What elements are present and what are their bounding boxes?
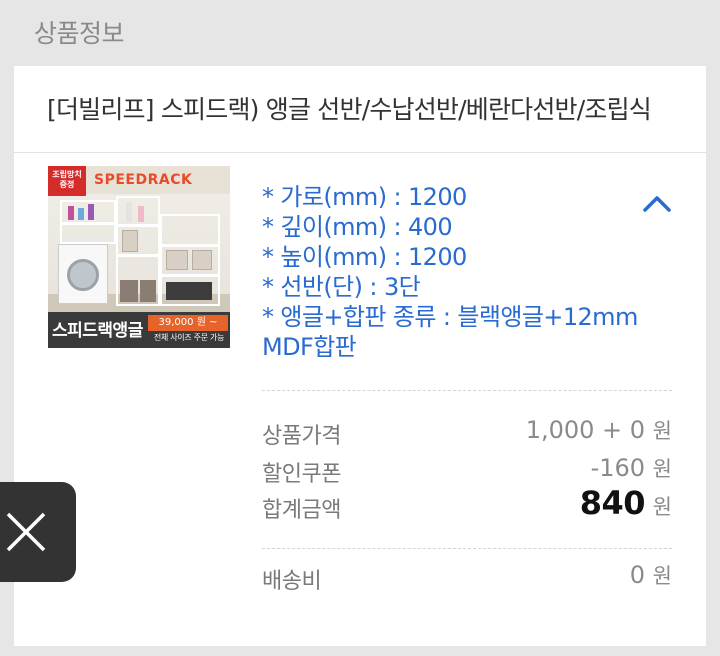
total-amount: 840 [579,484,646,522]
option-width: * 가로(mm) : 1200 [262,183,467,211]
total-label: 합계금액 [262,498,341,523]
section-header: 상품정보 [0,0,720,66]
product-price-amount: 1,000 + 0 [525,416,646,444]
divider [262,390,672,391]
product-name: [더빌리프] 스피드랙) 앵글 선반/수납선반/베란다선반/조립식 [47,95,652,124]
divider [14,152,706,153]
currency-unit: 원 [652,457,672,481]
discount-label: 할인쿠폰 [262,462,341,487]
total-value: 840 원 [580,484,672,522]
product-info-card: [더빌리프] 스피드랙) 앵글 선반/수납선반/베란다선반/조립식 조립망치 증… [14,66,706,646]
option-height: * 높이(mm) : 1200 [262,243,467,271]
option-shelves: * 선반(단) : 3단 [262,273,421,301]
discount-value: -160 원 [591,453,672,483]
floating-close-button[interactable] [0,482,76,582]
collapse-options-button[interactable] [640,186,674,220]
product-price-label: 상품가격 [262,424,341,449]
option-list: * 가로(mm) : 1200 * 깊이(mm) : 400 * 높이(mm) … [262,182,642,362]
thumbnail-badge: 조립망치 증정 [48,166,86,196]
thumbnail-price: 39,000 원 ~ [148,315,228,331]
currency-unit: 원 [652,419,672,443]
currency-unit: 원 [652,495,672,519]
chevron-up-icon [643,196,671,212]
thumbnail-note: 전체 사이즈 주문 가능 [153,333,225,342]
divider [262,548,672,549]
thumbnail-brand: SPEEDRACK [94,172,193,188]
product-price-value: 1,000 + 0 원 [526,415,672,445]
section-title: 상품정보 [34,19,125,48]
shipping-value: 0 원 [630,560,672,590]
product-thumbnail[interactable]: 조립망치 증정 SPEEDRACK 스피드랙앵글 39,000 원 ~ 전체 사… [48,166,230,348]
thumbnail-label: 스피드랙앵글 [52,321,143,341]
currency-unit: 원 [652,564,672,588]
close-icon [6,512,46,552]
washer-illustration [58,244,108,304]
option-material: * 앵글+합판 종류 : 블랙앵글+12mm MDF합판 [262,303,638,361]
option-depth: * 깊이(mm) : 400 [262,213,453,241]
shipping-amount: 0 [629,561,646,589]
discount-amount: -160 [590,454,646,482]
shipping-label: 배송비 [262,569,322,594]
